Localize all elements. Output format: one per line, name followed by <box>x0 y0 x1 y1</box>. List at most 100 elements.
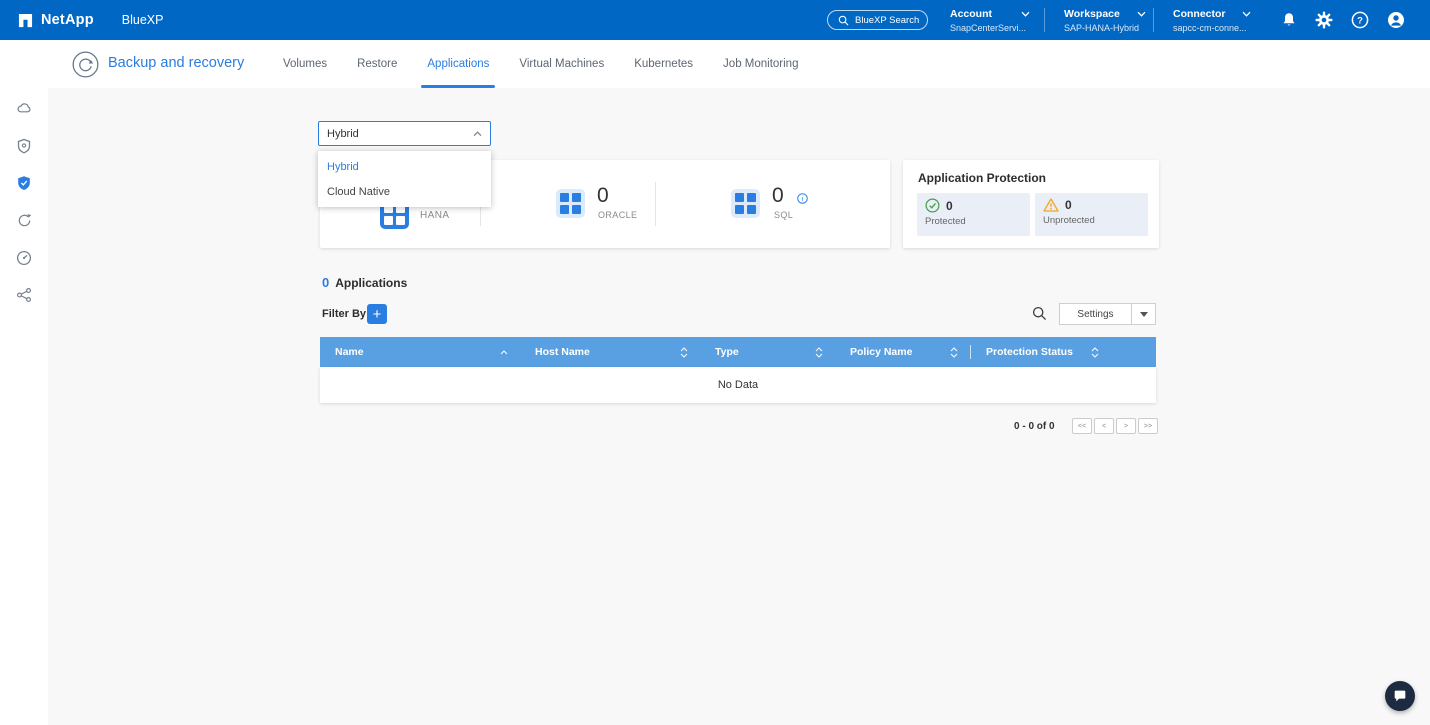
chevron-down-icon <box>1021 11 1030 17</box>
warning-triangle-icon <box>1043 198 1059 212</box>
search-label: BlueXP Search <box>855 15 919 26</box>
chat-bubble-icon <box>1392 688 1408 704</box>
service-tabs: Volumes Restore Applications Virtual Mac… <box>283 40 798 88</box>
tab-label: Job Monitoring <box>723 58 798 70</box>
connector-menu[interactable]: Connector sapcc-cm-conne... <box>1173 8 1251 33</box>
sidebar <box>0 40 48 725</box>
table-settings-button[interactable]: Settings <box>1059 303 1156 325</box>
header-divider <box>1044 8 1045 32</box>
share-nodes-icon <box>16 287 32 303</box>
workspace-menu[interactable]: Workspace SAP-HANA-Hybrid <box>1064 8 1146 33</box>
application-protection-card: Application Protection 0 Protected 0 U <box>903 160 1159 248</box>
tab-label: Volumes <box>283 58 327 70</box>
oracle-grid-icon <box>556 189 585 218</box>
connector-label: Connector <box>1173 8 1226 20</box>
tab-virtual-machines[interactable]: Virtual Machines <box>519 40 604 88</box>
tab-volumes[interactable]: Volumes <box>283 40 327 88</box>
page-title: Backup and recovery <box>108 55 244 71</box>
no-data-text: No Data <box>718 379 758 391</box>
chevron-down-icon <box>1131 304 1155 324</box>
environment-select[interactable]: Hybrid <box>318 121 491 146</box>
backup-recovery-icon <box>72 51 99 78</box>
sort-icon <box>950 347 958 358</box>
account-label: Account <box>950 8 992 20</box>
help-icon[interactable]: ? <box>1351 11 1369 29</box>
sidebar-item-governance[interactable] <box>0 130 48 161</box>
column-header-name[interactable]: Name <box>320 337 520 367</box>
column-header-host-name[interactable]: Host Name <box>520 337 700 367</box>
unprotected-label: Unprotected <box>1043 215 1140 226</box>
gear-icon[interactable] <box>1315 11 1333 29</box>
previous-page-button[interactable]: < <box>1094 418 1114 434</box>
dropdown-option-cloud-native[interactable]: Cloud Native <box>318 179 491 204</box>
tab-label: Applications <box>427 58 489 70</box>
column-label: Protection Status <box>986 346 1073 358</box>
product-name: BlueXP <box>122 13 164 27</box>
sql-count: 0 <box>772 184 784 208</box>
column-header-protection-status[interactable]: Protection Status <box>971 337 1156 367</box>
add-filter-button[interactable]: + <box>367 304 387 324</box>
workspace-label: Workspace <box>1064 8 1120 20</box>
chevron-down-icon <box>1242 11 1251 17</box>
sidebar-item-protection[interactable] <box>0 167 48 198</box>
column-header-policy-name[interactable]: Policy Name <box>835 337 970 367</box>
hana-label: HANA <box>420 210 449 221</box>
tab-job-monitoring[interactable]: Job Monitoring <box>723 40 798 88</box>
column-label: Host Name <box>535 346 590 358</box>
dropdown-option-hybrid[interactable]: Hybrid <box>318 154 491 179</box>
column-label: Name <box>335 346 364 358</box>
sidebar-item-mobility[interactable] <box>0 205 48 236</box>
account-menu[interactable]: Account SnapCenterServi... <box>950 8 1030 33</box>
governance-shield-icon <box>16 138 32 154</box>
filter-by-label: Filter By <box>322 308 366 320</box>
oracle-count: 0 <box>597 184 609 208</box>
chat-button[interactable] <box>1385 681 1415 711</box>
protection-card-title: Application Protection <box>918 171 1046 185</box>
sidebar-item-extensions[interactable] <box>0 279 48 310</box>
account-value: SnapCenterServi... <box>950 23 1030 33</box>
protected-stat: 0 Protected <box>917 193 1030 236</box>
bell-icon[interactable] <box>1280 11 1298 29</box>
sort-asc-icon <box>500 350 508 355</box>
column-label: Type <box>715 346 739 358</box>
tab-applications[interactable]: Applications <box>427 40 489 88</box>
tab-restore[interactable]: Restore <box>357 40 397 88</box>
info-icon[interactable]: i <box>797 193 808 204</box>
card-divider <box>655 182 656 226</box>
mobility-sync-icon <box>16 212 33 229</box>
sql-label: SQL <box>774 210 793 220</box>
check-circle-icon <box>925 198 940 213</box>
table-search-icon[interactable] <box>1032 306 1047 321</box>
chevron-down-icon <box>1137 11 1146 17</box>
sort-icon <box>680 347 688 358</box>
svg-text:?: ? <box>1357 15 1363 26</box>
brand-name: NetApp <box>41 12 94 28</box>
pagination-controls: << < > >> <box>1072 418 1158 434</box>
chevron-up-icon <box>473 131 482 137</box>
oracle-label: ORACLE <box>598 210 637 220</box>
user-avatar-icon[interactable] <box>1387 11 1405 29</box>
global-search[interactable]: BlueXP Search <box>827 10 928 30</box>
tab-label: Restore <box>357 58 397 70</box>
unprotected-count: 0 <box>1065 198 1072 212</box>
next-page-button[interactable]: > <box>1116 418 1136 434</box>
last-page-button[interactable]: >> <box>1138 418 1158 434</box>
column-header-type[interactable]: Type <box>700 337 835 367</box>
workspace-value: SAP-HANA-Hybrid <box>1064 23 1146 33</box>
protection-shield-icon <box>16 175 32 191</box>
sidebar-item-canvas[interactable] <box>0 93 48 124</box>
applications-count: 0 <box>322 275 329 290</box>
first-page-button[interactable]: << <box>1072 418 1092 434</box>
connector-value: sapcc-cm-conne... <box>1173 23 1251 33</box>
search-icon <box>838 15 849 26</box>
tab-kubernetes[interactable]: Kubernetes <box>634 40 693 88</box>
applications-table-header: Name Host Name Type Policy Name <box>320 337 1156 367</box>
applications-count-label: Applications <box>335 276 407 290</box>
sidebar-item-observability[interactable] <box>0 242 48 273</box>
header-divider <box>1153 8 1154 32</box>
applications-table-empty-row: No Data <box>320 367 1156 403</box>
canvas-icon <box>16 100 33 117</box>
bluexp-app: NetApp BlueXP BlueXP Search Account Snap… <box>0 0 1430 725</box>
column-label: Policy Name <box>850 346 912 358</box>
environment-select-value: Hybrid <box>327 128 359 140</box>
